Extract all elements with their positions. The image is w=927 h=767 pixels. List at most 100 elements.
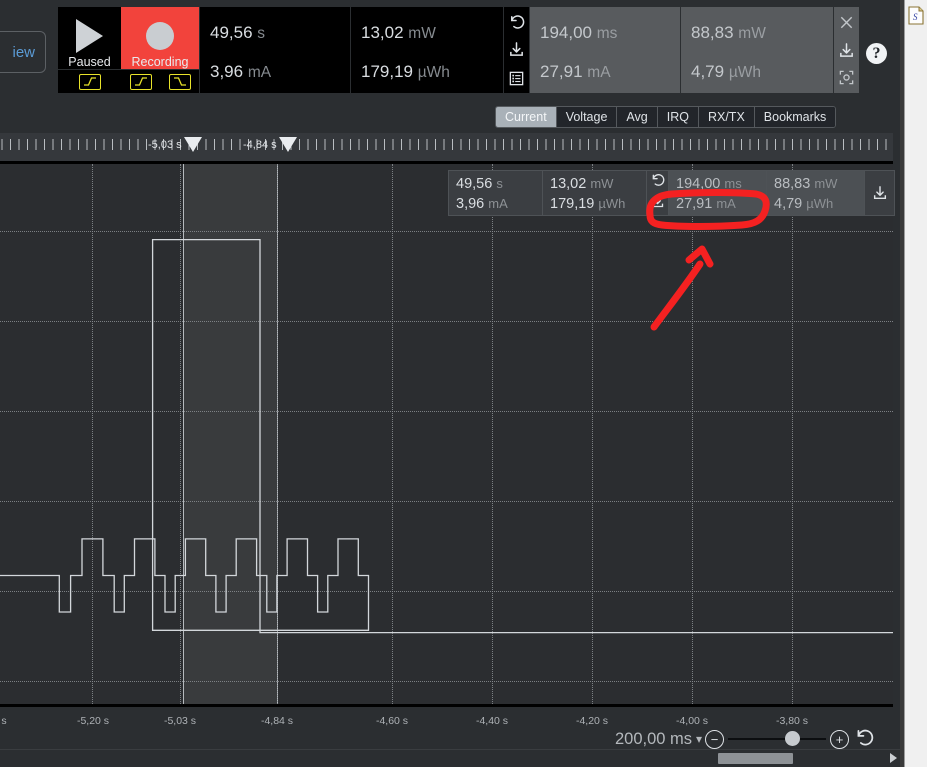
- overlay-cell-time: 49,56 s 3,96 mA: [449, 171, 543, 215]
- marker-triangle-icon: [183, 137, 202, 152]
- help-button[interactable]: ?: [866, 43, 887, 64]
- selection-energy-value: 4,79: [691, 62, 725, 81]
- tab-irq[interactable]: IRQ: [657, 107, 699, 127]
- tab-current[interactable]: Current: [496, 107, 557, 127]
- overlay-avg-current: 3,96 mA: [456, 196, 508, 212]
- stat-cell-time: 49,56 s 3,96 mA: [199, 7, 350, 93]
- selection-energy: 4,79 µWh: [691, 62, 761, 82]
- rising-edge-icon[interactable]: [78, 73, 101, 90]
- record-state-label: Recording: [131, 55, 189, 69]
- save-icon: [873, 186, 886, 200]
- horizontal-scrollbar[interactable]: [0, 749, 900, 767]
- overlay-selection-current-unit: mA: [716, 196, 736, 211]
- play-trigger-row: [58, 69, 121, 93]
- zoom-out-button[interactable]: −: [705, 729, 725, 749]
- svg-text:S: S: [913, 12, 918, 22]
- scroll-right-arrow-icon[interactable]: [890, 753, 897, 763]
- axis-tick: -5,03 s: [163, 715, 197, 727]
- zoom-reset-button[interactable]: [854, 727, 874, 752]
- ruler-ticks: [1, 139, 887, 150]
- rising-edge-icon[interactable]: [129, 73, 152, 90]
- screenshot-icon[interactable]: [836, 65, 858, 90]
- selection-cell-duration: 194,00 ms 27,91 mA: [529, 7, 680, 93]
- axis-tick: -5,20 s: [76, 715, 110, 727]
- toolbar-frame: Paused Recording 49,56 s 3,96 mA 13,02 m…: [58, 7, 859, 93]
- stat-energy-value: 179,19: [361, 62, 413, 81]
- overlay-avg-power: 13,02 mW: [550, 176, 613, 192]
- tab-voltage[interactable]: Voltage: [556, 107, 618, 127]
- play-pause-button[interactable]: Paused: [58, 7, 121, 93]
- zoom-in-label: +: [835, 731, 844, 747]
- stat-avg-current: 3,96 mA: [210, 62, 271, 82]
- file-document-icon[interactable]: S: [908, 6, 924, 25]
- zoom-slider[interactable]: [728, 731, 827, 746]
- stat-total-time: 49,56 s: [210, 23, 265, 43]
- selection-current: 27,91 mA: [540, 62, 611, 82]
- save-icon[interactable]: [836, 38, 858, 63]
- selection-cell-power: 88,83 mW 4,79 µWh: [680, 7, 833, 93]
- chart-stats-overlay: 49,56 s 3,96 mA 13,02 mW 179,19 µWh 194,…: [448, 170, 895, 216]
- overlay-selection-power-value: 88,83: [774, 176, 811, 192]
- overlay-selection-duration-value: 194,00: [676, 176, 721, 192]
- record-circle-icon: [146, 21, 174, 50]
- tab-rxtx[interactable]: RX/TX: [698, 107, 755, 127]
- top-toolbar: iew Paused Recording 49,56 s 3,96 mA 13,…: [0, 0, 900, 101]
- overlay-energy: 179,19 µWh: [550, 196, 625, 212]
- zoom-out-label: −: [710, 731, 719, 747]
- tab-label: RX/TX: [707, 110, 745, 124]
- list-icon[interactable]: [506, 66, 528, 92]
- overlay-icon-column: [647, 171, 669, 215]
- selection-energy-unit: µWh: [728, 64, 762, 81]
- chevron-down-icon[interactable]: ▾: [696, 732, 702, 746]
- close-icon[interactable]: [836, 10, 858, 35]
- selection-power-value: 88,83: [691, 23, 734, 42]
- time-ruler[interactable]: -5,03 s -4,84 s: [0, 133, 893, 161]
- save-icon[interactable]: [506, 37, 528, 63]
- selection-marker-end-label: -4,84 s: [243, 138, 277, 151]
- record-trigger-row: [121, 69, 199, 93]
- selection-marker-start[interactable]: -5,03 s: [148, 137, 202, 152]
- selection-duration: 194,00 ms: [540, 23, 617, 43]
- overlay-energy-value: 179,19: [550, 196, 595, 212]
- view-button[interactable]: iew: [0, 31, 46, 73]
- selection-marker-end[interactable]: -4,84 s: [243, 137, 297, 152]
- toolbar-icon-column: [503, 7, 529, 93]
- tab-label: Bookmarks: [763, 110, 827, 124]
- axis-tick: -4,60 s: [375, 715, 409, 727]
- tab-label: Voltage: [565, 110, 608, 124]
- reset-icon[interactable]: [650, 172, 665, 192]
- overlay-selection-power-cell: 88,83 mW 4,79 µWh: [767, 171, 865, 215]
- tabbar-row: Current Voltage Avg IRQ RX/TX Bookmarks: [0, 101, 900, 131]
- scrollbar-thumb[interactable]: [718, 753, 793, 764]
- tab-label: Current: [505, 110, 547, 124]
- overlay-selection-energy-value: 4,79: [774, 196, 803, 212]
- overlay-selection-duration-cell: 194,00 ms 27,91 mA: [669, 171, 767, 215]
- stat-energy: 179,19 µWh: [361, 62, 450, 82]
- zoom-in-button[interactable]: +: [830, 729, 850, 749]
- save-icon[interactable]: [650, 194, 665, 214]
- reset-icon[interactable]: [506, 8, 528, 34]
- overlay-save-button[interactable]: [865, 171, 894, 215]
- chart-tabs: Current Voltage Avg IRQ RX/TX Bookmarks: [495, 106, 837, 128]
- selection-power-unit: mW: [738, 25, 766, 42]
- play-state-label: Paused: [68, 55, 111, 69]
- record-button[interactable]: Recording: [121, 7, 199, 93]
- tab-bookmarks[interactable]: Bookmarks: [754, 107, 836, 127]
- overlay-selection-energy: 4,79 µWh: [774, 196, 833, 212]
- overlay-avg-current-unit: mA: [488, 196, 508, 211]
- falling-edge-icon[interactable]: [168, 73, 191, 90]
- stat-energy-unit: µWh: [417, 64, 450, 81]
- play-triangle-icon: [76, 18, 103, 53]
- current-chart[interactable]: [0, 161, 893, 707]
- overlay-avg-current-value: 3,96: [456, 196, 485, 212]
- selection-icon-column: [833, 7, 859, 93]
- selection-power: 88,83 mW: [691, 23, 766, 43]
- tab-avg[interactable]: Avg: [617, 107, 658, 127]
- zoom-slider-knob[interactable]: [785, 731, 801, 746]
- selection-duration-unit: ms: [596, 25, 618, 42]
- stat-cell-power: 13,02 mW 179,19 µWh: [350, 7, 503, 93]
- zoom-window-value[interactable]: 200,00 ms: [615, 730, 692, 749]
- stat-avg-power-unit: mW: [408, 25, 436, 42]
- stat-avg-current-value: 3,96: [210, 62, 244, 81]
- overlay-cell-power: 13,02 mW 179,19 µWh: [543, 171, 647, 215]
